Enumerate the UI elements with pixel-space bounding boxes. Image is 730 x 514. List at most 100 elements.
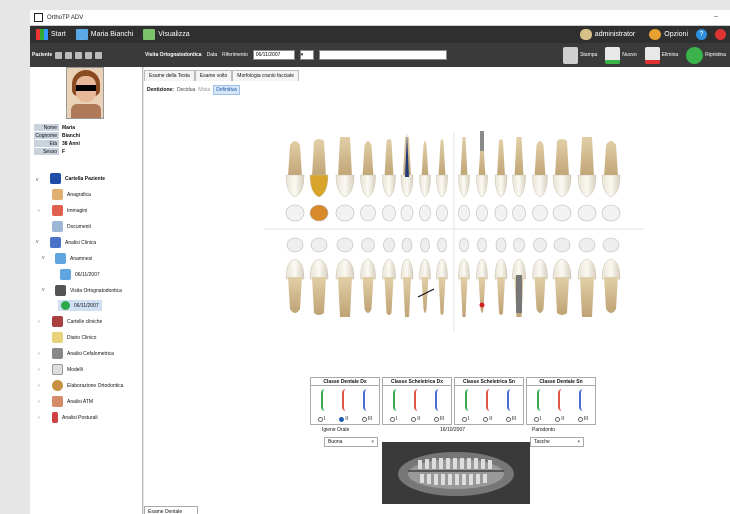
occlusal-upper[interactable] [532,204,548,222]
tree-item-modelli[interactable]: Modelli [52,364,83,375]
radio-class-ii[interactable]: II [483,416,492,422]
perio-select[interactable]: Tasche ▾ [530,437,584,447]
start-menu[interactable]: Start [36,29,66,40]
occlusal-lower[interactable] [578,237,596,253]
upper-tooth[interactable] [577,137,597,198]
occlusal-upper[interactable] [512,204,526,222]
lower-tooth[interactable] [601,258,621,313]
upper-tooth[interactable] [419,141,431,198]
radio-class-i[interactable]: I [317,416,325,422]
tree-item-posturali[interactable]: Analisi Posturali [52,412,98,423]
radio-class-ii[interactable]: II [555,416,564,422]
add-patient-icon[interactable] [55,51,63,59]
tree-item-anagrafica[interactable]: Anagrafica [52,189,91,200]
expand-caret[interactable]: v [42,287,45,293]
radio-class-i[interactable]: I [533,416,541,422]
lower-tooth[interactable] [360,258,376,313]
upper-tooth[interactable] [458,137,470,198]
lower-tooth[interactable] [309,258,329,315]
edit-patient-icon[interactable] [65,51,73,59]
refresh-icon[interactable] [85,51,93,59]
occlusal-lower[interactable] [286,237,304,253]
occlusal-upper[interactable] [335,204,355,222]
lower-tooth[interactable] [436,258,448,315]
tree-item-analisi-clinica[interactable]: Analisi Clinica [50,237,96,248]
help-icon[interactable]: ? [696,29,707,40]
occlusal-upper[interactable] [436,204,448,222]
search-patient-icon[interactable] [75,51,83,59]
expand-caret[interactable]: › [38,415,40,421]
lower-tooth[interactable] [512,258,526,317]
tree-item-diario[interactable]: Diario Clinico [52,332,96,343]
upper-tooth[interactable] [382,139,396,198]
lower-tooth[interactable] [458,258,470,317]
occlusal-upper[interactable] [601,204,621,222]
view-menu[interactable]: Visualizza [143,29,190,40]
expand-caret[interactable]: › [38,399,40,405]
radio-class-iii[interactable]: III [505,416,516,422]
tree-item-cefalometrica[interactable]: Analisi Cefalometrica [52,348,114,359]
power-icon[interactable] [715,29,726,40]
tree-root[interactable]: Cartella Paziente [50,173,105,184]
tree-item-elaborazione[interactable]: Elaborazione Ortodontica [52,380,123,391]
occlusal-upper[interactable] [476,204,488,222]
occlusal-lower[interactable] [602,237,620,253]
panoramic-xray[interactable] [382,442,530,504]
lower-tooth[interactable] [400,258,414,317]
delete-button[interactable]: Elimina [644,46,678,64]
upper-tooth[interactable] [552,139,572,198]
patient-menu[interactable]: Maria Bianchi [75,29,133,40]
occlusal-upper[interactable] [400,204,414,222]
tree-item-atm[interactable]: Analisi ATM [52,396,93,407]
expand-caret[interactable]: › [38,351,40,357]
tree-item-visita-date[interactable]: 06/11/2007 [58,300,102,311]
occlusal-lower[interactable] [361,237,375,253]
expand-caret[interactable]: › [38,383,40,389]
radio-class-i[interactable]: I [461,416,469,422]
occlusal-lower[interactable] [401,237,413,253]
upper-tooth[interactable] [400,133,414,198]
lower-tooth[interactable] [532,258,548,313]
occlusal-lower[interactable] [383,237,395,253]
upper-tooth[interactable] [532,141,548,198]
occlusal-lower[interactable] [553,237,571,253]
restore-button[interactable]: Ripristina [686,46,726,64]
occlusal-lower[interactable] [459,237,469,253]
expand-caret[interactable]: › [38,208,40,214]
tree-item-documenti[interactable]: Documenti [52,221,91,232]
date-field[interactable]: 06/11/2007 [252,50,295,60]
minimize-button[interactable]: – [714,13,718,20]
upper-tooth[interactable] [601,141,621,198]
radio-class-iii[interactable]: III [433,416,444,422]
expand-caret[interactable]: v [36,177,39,183]
print-button[interactable]: Stampa [563,46,597,64]
lower-tooth[interactable] [382,258,396,315]
upper-tooth[interactable] [285,141,305,198]
occlusal-lower[interactable] [495,237,507,253]
user-menu[interactable]: administrator [579,29,635,40]
tree-item-cartelle[interactable]: Cartelle cliniche [52,316,102,327]
occlusal-lower[interactable] [310,237,328,253]
expand-caret[interactable]: › [38,319,40,325]
tree-item-anamnesi[interactable]: Anamnesi [55,253,92,264]
expand-caret[interactable]: v [36,239,39,245]
hygiene-select[interactable]: Buona ▾ [324,437,378,447]
occlusal-upper[interactable] [458,204,470,222]
occlusal-upper[interactable] [419,204,431,222]
occlusal-lower[interactable] [336,237,354,253]
radio-class-ii[interactable]: II [339,416,348,422]
upper-tooth[interactable] [335,137,355,198]
reference-field[interactable] [318,50,447,60]
occlusal-upper[interactable] [577,204,597,222]
options-menu[interactable]: Opzioni [649,29,688,40]
radio-class-iii[interactable]: III [361,416,372,422]
lower-tooth[interactable] [476,258,488,313]
occlusal-upper[interactable] [309,204,329,222]
lower-tooth[interactable] [552,258,572,315]
radio-class-iii[interactable]: III [577,416,588,422]
occlusal-lower[interactable] [477,237,487,253]
lower-tooth[interactable] [419,258,431,313]
occlusal-upper[interactable] [382,204,396,222]
occlusal-upper[interactable] [494,204,508,222]
occlusal-upper[interactable] [552,204,572,222]
